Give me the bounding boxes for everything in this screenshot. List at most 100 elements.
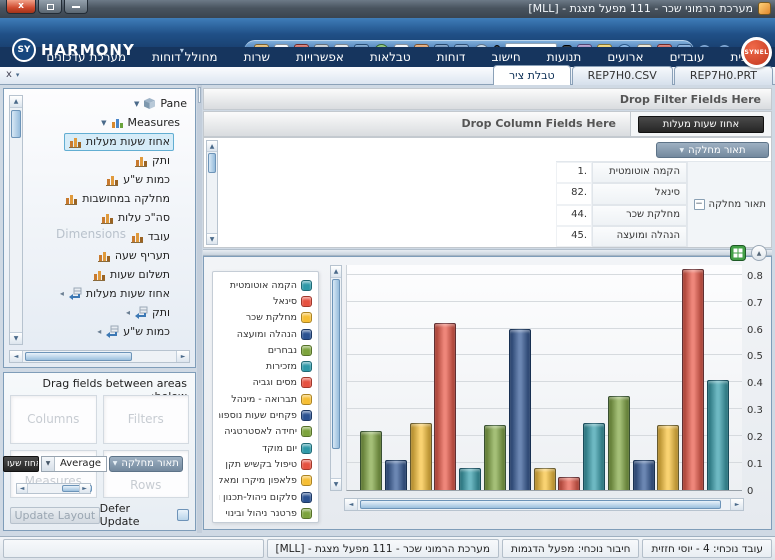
aggregation-dropdown[interactable]: ▼ Average: [41, 456, 107, 472]
collapse-chart-button[interactable]: ▲: [751, 245, 767, 261]
scrollbar-thumb[interactable]: [332, 279, 340, 449]
field-item[interactable]: אחוז שעות מעלות: [30, 132, 189, 151]
chart-bar: [608, 396, 630, 490]
measures-area[interactable]: אחוז שעו ▼ Average Measures ◄ ►: [10, 450, 97, 499]
menu-item[interactable]: תנועות: [534, 48, 595, 66]
minimize-button[interactable]: [64, 0, 88, 14]
measures-label: Measures: [128, 116, 180, 129]
horizontal-splitter[interactable]: [203, 249, 772, 256]
menu-item[interactable]: אפשרויות: [283, 48, 357, 66]
rows-area[interactable]: ▼ תאור מחלקה Rows: [103, 450, 190, 499]
pivot-row[interactable]: מחלקת שכר44.: [556, 205, 687, 226]
field-label: אחוז שעות מעלות: [86, 135, 170, 148]
drop-column-zone[interactable]: Drop Column Fields Here: [203, 111, 630, 137]
chart-hscrollbar[interactable]: ◄ ►: [344, 498, 744, 511]
scroll-down-icon[interactable]: ▼: [10, 332, 22, 344]
tab[interactable]: REP7H0.PRT: [674, 66, 773, 85]
scroll-right-icon[interactable]: ►: [176, 351, 189, 362]
measures-caret-icon[interactable]: ▼: [101, 119, 106, 127]
close-button[interactable]: x: [6, 0, 36, 14]
legend-item: פלאפון מיקרו ומאקרו: [219, 473, 312, 489]
scroll-right-icon[interactable]: ►: [730, 499, 743, 510]
scroll-left-icon[interactable]: ◄: [10, 351, 23, 362]
defer-update-checkbox[interactable]: [177, 509, 189, 521]
field-item[interactable]: תעריף שעה: [30, 246, 189, 265]
measures-header[interactable]: Measures ▼: [30, 113, 189, 132]
field-list-hscrollbar[interactable]: ◄ ►: [9, 350, 190, 363]
minimize-icon: [72, 6, 80, 8]
field-item[interactable]: כמות ש"ע: [30, 170, 189, 189]
legend-item: נבחרים: [219, 342, 312, 358]
field-list: Pane ▼ Measures ▼ אחוז שעות מעלותותקכמות…: [30, 94, 189, 347]
chart-bars: [347, 265, 742, 490]
vertical-splitter[interactable]: [197, 85, 202, 533]
scroll-up-icon[interactable]: ▲: [331, 266, 341, 278]
columns-area[interactable]: Columns: [10, 395, 97, 444]
scroll-up-icon[interactable]: ▲: [207, 141, 217, 152]
legend-swatch: [301, 329, 312, 340]
field-label: מחלקה במחושבות: [82, 192, 170, 205]
chart-bar: [459, 468, 481, 490]
scroll-down-icon[interactable]: ▼: [207, 233, 217, 244]
field-item[interactable]: תשלום שעות: [30, 265, 189, 284]
app-logo: SY HARMONY ▾: [12, 38, 184, 62]
drop-filter-zone[interactable]: Drop Filter Fields Here: [203, 88, 772, 110]
menu-item[interactable]: עובדים: [657, 48, 718, 66]
field-item[interactable]: עובד: [30, 227, 189, 246]
pane-header[interactable]: Pane ▼: [30, 94, 189, 113]
field-item[interactable]: ותק◂: [30, 303, 189, 322]
field-item[interactable]: מחלקה במחושבות: [30, 189, 189, 208]
expand-arrow-icon: ◂: [126, 308, 130, 317]
scroll-right-icon[interactable]: ►: [79, 484, 90, 493]
filters-area[interactable]: Filters: [103, 395, 190, 444]
pane-caret-icon[interactable]: ▼: [134, 100, 139, 108]
measure-field-button[interactable]: אחוז שעות מעלות: [638, 116, 764, 133]
field-item[interactable]: ותק: [30, 151, 189, 170]
close-tab-button[interactable]: x: [6, 69, 12, 80]
legend-item: הקמה אוטומטית: [219, 277, 312, 293]
tab-list-caret-icon[interactable]: ▾: [16, 71, 20, 79]
scrollbar-thumb[interactable]: [25, 352, 132, 361]
tab[interactable]: REP7H0.CSV: [572, 66, 673, 85]
rows-field-button[interactable]: ▼ תאור מחלקה: [109, 456, 184, 472]
chart-bar: [410, 423, 432, 490]
scrollbar-thumb[interactable]: [360, 500, 721, 509]
menu-item[interactable]: חישוב: [478, 48, 533, 66]
pivot-row[interactable]: הנהלה ומועצה45.: [556, 226, 687, 247]
chart-bar: [558, 477, 580, 490]
field-item[interactable]: אחוז שעות מעלות◂: [30, 284, 189, 303]
splitter-handle[interactable]: [198, 87, 201, 103]
scrollbar-thumb[interactable]: [208, 153, 216, 173]
collapse-icon[interactable]: −: [694, 199, 705, 210]
restore-button[interactable]: [38, 0, 62, 14]
row-field-button[interactable]: ▼ תאור מחלקה: [656, 142, 769, 158]
measure-field-chip[interactable]: אחוז שעו: [3, 456, 39, 472]
menu-item[interactable]: טבלאות: [357, 48, 424, 66]
field-label: תשלום שעות: [110, 268, 170, 281]
chart-vscrollbar[interactable]: ▲ ▼: [330, 265, 342, 491]
measures-area-hscrollbar[interactable]: ◄ ►: [16, 483, 91, 494]
scrollbar-thumb[interactable]: [11, 110, 21, 138]
export-excel-icon[interactable]: [730, 245, 746, 261]
scroll-up-icon[interactable]: ▲: [10, 96, 22, 108]
menu-item[interactable]: ארועים: [594, 48, 656, 66]
toolbar-options-caret-icon[interactable]: ▾: [180, 46, 184, 55]
menu-item[interactable]: שרות: [231, 48, 283, 66]
legend-item: סינאל: [219, 293, 312, 309]
pivot-row[interactable]: סינאל82.: [556, 183, 687, 204]
pivot-row[interactable]: הקמה אוטומטית1.: [556, 162, 687, 183]
field-item[interactable]: סה"כ עלות: [30, 208, 189, 227]
menu-item[interactable]: דוחות: [424, 48, 479, 66]
defer-update-label: Defer Update: [100, 502, 172, 528]
tab[interactable]: טבלת ציר: [493, 65, 571, 85]
field-list-vscrollbar[interactable]: ▲ ▼: [9, 95, 23, 345]
pivot-vscrollbar[interactable]: ▲ ▼: [206, 140, 218, 245]
field-chip: כמות ש"ע◂: [93, 323, 174, 341]
scroll-down-icon[interactable]: ▼: [331, 478, 341, 490]
scroll-left-icon[interactable]: ◄: [345, 499, 358, 510]
legend-item: מזכירות: [219, 358, 312, 374]
field-item[interactable]: כמות ש"ע◂: [30, 322, 189, 341]
scroll-left-icon[interactable]: ◄: [17, 484, 28, 493]
pivot-row-label: מחלקת שכר: [592, 205, 687, 226]
update-layout-button[interactable]: Update Layout: [10, 507, 100, 524]
